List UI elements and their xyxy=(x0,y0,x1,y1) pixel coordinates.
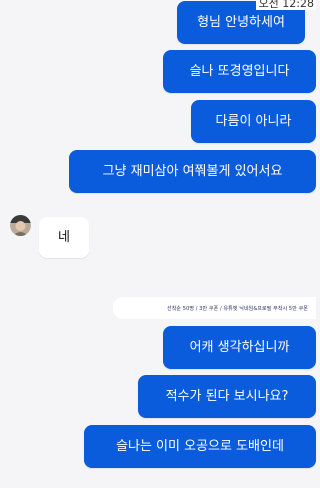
promo-banner[interactable]: 선착순 50명 / 3만 쿠폰 / 유튜벳 닉네임&프로필 부착시 5만 쿠폰 xyxy=(113,297,316,319)
message-text: 어캐 생각하십니까 xyxy=(189,340,290,355)
message-bubble-mine[interactable]: 어캐 생각하십니까 xyxy=(163,326,316,369)
message-bubble-mine[interactable]: 슬나 또경영입니다 xyxy=(163,50,316,93)
message-bubble-mine[interactable]: 그냥 재미삼아 여쭤볼게 있어서요 xyxy=(69,150,316,193)
promo-banner-text: 선착순 50명 / 3만 쿠폰 / 유튜벳 닉네임&프로필 부착시 5만 쿠폰 xyxy=(167,305,308,312)
message-bubble-other[interactable]: 네 xyxy=(39,217,89,258)
message-bubble-mine[interactable]: 다름이 아니라 xyxy=(191,100,316,143)
message-bubble-mine[interactable]: 적수가 된다 보시나요? xyxy=(138,375,316,418)
message-text: 적수가 된다 보시나요? xyxy=(165,389,289,404)
message-text: 그냥 재미삼아 여쭤볼게 있어서요 xyxy=(102,164,283,179)
message-text: 다름이 아니라 xyxy=(215,114,292,129)
user-avatar-icon[interactable] xyxy=(10,215,31,236)
message-text: 슬나 또경영입니다 xyxy=(189,64,290,79)
message-text: 형님 안녕하세여 xyxy=(197,15,285,30)
message-text: 슬나는 이미 오공으로 도배인데 xyxy=(116,439,284,454)
message-bubble-mine[interactable]: 슬나는 이미 오공으로 도배인데 xyxy=(84,425,316,468)
status-time: 오전 12:28 xyxy=(255,0,316,10)
message-text: 네 xyxy=(58,230,70,245)
